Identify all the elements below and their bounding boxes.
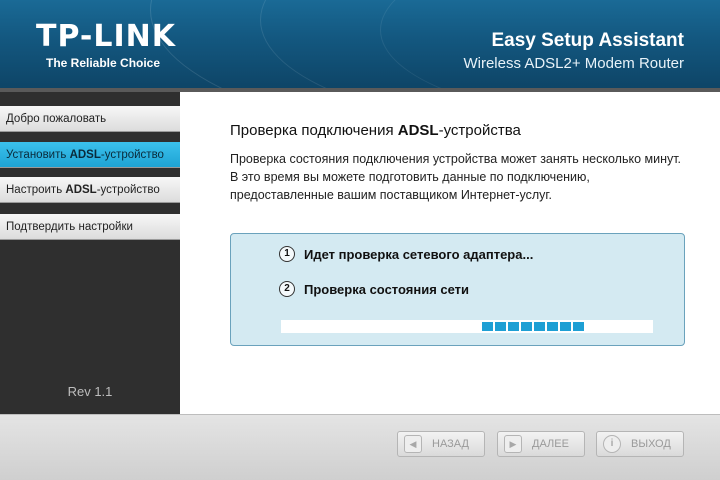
arrow-right-icon: ▶: [504, 435, 522, 453]
progress-segment: [573, 322, 584, 331]
step-number-icon: 1: [279, 246, 295, 262]
progress-segment: [560, 322, 571, 331]
progress-bar: [281, 320, 653, 333]
sidebar-item-label: -устройство: [100, 149, 164, 161]
progress-segment: [547, 322, 558, 331]
sidebar-item-label: -устройство: [96, 184, 160, 196]
app-header: TP-LINK The Reliable Choice Easy Setup A…: [0, 0, 720, 88]
progress-segment: [482, 322, 493, 331]
exit-button[interactable]: i ВЫХОД: [596, 431, 684, 457]
step-text: Проверка состояния сети: [304, 281, 470, 297]
progress-segment: [508, 322, 519, 331]
next-button-label: ДАЛЕЕ: [532, 438, 569, 450]
app-title: Easy Setup Assistant: [491, 30, 684, 51]
sidebar-item-configure-adsl[interactable]: Настроить ADSL-устройство: [0, 177, 180, 203]
status-box: 1 Идет проверка сетевого адаптера... 2 П…: [230, 233, 685, 346]
step-1: 1 Идет проверка сетевого адаптера...: [279, 246, 533, 262]
brand-name: TP-LINK: [36, 19, 177, 54]
sidebar-item-label: Установить: [6, 149, 70, 161]
footer-bar: ◀ НАЗАД ▶ ДАЛЕЕ i ВЫХОД: [0, 414, 720, 480]
progress-segment: [495, 322, 506, 331]
step-2: 2 Проверка состояния сети: [279, 281, 469, 297]
next-button[interactable]: ▶ ДАЛЕЕ: [497, 431, 585, 457]
sidebar-item-label: Настроить: [6, 184, 66, 196]
page-title-text: Проверка подключения: [230, 122, 398, 139]
exit-icon: i: [603, 435, 621, 453]
back-button[interactable]: ◀ НАЗАД: [397, 431, 485, 457]
back-button-label: НАЗАД: [432, 438, 469, 450]
main-panel: Проверка подключения ADSL-устройства Про…: [180, 92, 720, 414]
page-title-bold: ADSL: [397, 122, 439, 139]
page-title: Проверка подключения ADSL-устройства: [230, 122, 521, 139]
sidebar-item-welcome[interactable]: Добро пожаловать: [0, 106, 180, 132]
brand-tagline: The Reliable Choice: [46, 56, 161, 70]
step-number-icon: 2: [279, 281, 295, 297]
revision-label: Rev 1.1: [67, 384, 113, 399]
page-description: Проверка состояния подключения устройств…: [230, 152, 682, 202]
sidebar-item-label: Подтвердить настройки: [6, 221, 133, 233]
brand-logo: TP-LINK The Reliable Choice: [36, 19, 177, 71]
progress-segment: [521, 322, 532, 331]
sidebar-item-confirm-settings[interactable]: Подтвердить настройки: [0, 214, 180, 240]
app-title-block: Easy Setup Assistant Wireless ADSL2+ Mod…: [463, 30, 684, 72]
sidebar-item-label-bold: ADSL: [65, 184, 97, 196]
page-title-text: -устройства: [438, 122, 521, 139]
arrow-left-icon: ◀: [404, 435, 422, 453]
sidebar-item-label-bold: ADSL: [69, 149, 101, 161]
app-subtitle: Wireless ADSL2+ Modem Router: [463, 55, 684, 72]
step-text: Идет проверка сетевого адаптера...: [304, 246, 534, 262]
sidebar: Добро пожаловать Установить ADSL-устройс…: [0, 92, 180, 414]
sidebar-item-install-adsl[interactable]: Установить ADSL-устройство: [0, 142, 180, 168]
sidebar-item-label: Добро пожаловать: [6, 113, 107, 125]
progress-segment: [534, 322, 545, 331]
exit-button-label: ВЫХОД: [631, 438, 671, 450]
